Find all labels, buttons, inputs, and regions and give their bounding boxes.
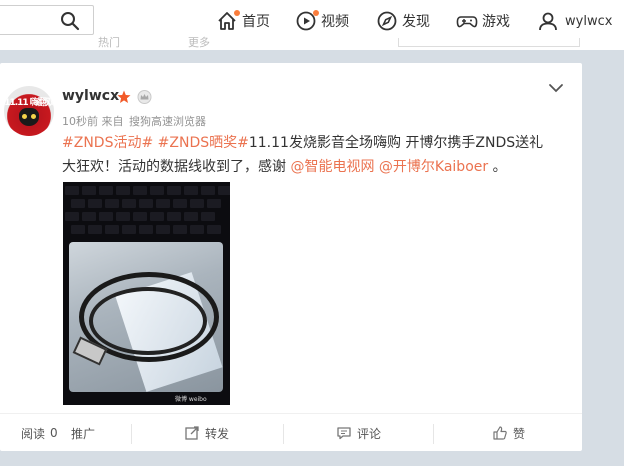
post-time[interactable]: 10秒前 [62, 115, 98, 128]
nav-discover-label: 发现 [402, 14, 430, 30]
avatar[interactable]: 11.11 嗨翻双十一 [4, 86, 54, 136]
thumbs-up-icon [493, 426, 507, 440]
home-icon [216, 10, 240, 32]
nav-game-label: 游戏 [482, 14, 510, 30]
tab-more[interactable]: 更多 [188, 34, 210, 50]
nav-video-label: 视频 [321, 14, 349, 30]
search-input[interactable] [0, 5, 94, 35]
repost-icon [185, 426, 199, 440]
post-username[interactable]: wylwcx [62, 88, 119, 104]
cat-face-icon [19, 108, 39, 126]
hashtag-link[interactable]: #ZNDS活动# [62, 135, 153, 151]
post-action-bar: 阅读 0 推广 转发 评论 赞 [0, 413, 582, 452]
hashtag-link[interactable]: #ZNDS晒奖# [158, 135, 249, 151]
comment-label: 评论 [357, 426, 382, 441]
nav-username-label: wylwcx [565, 13, 613, 29]
read-label: 阅读 [21, 426, 46, 441]
repost-label: 转发 [205, 426, 230, 441]
star-icon [117, 90, 131, 103]
post-meta: 10秒前 来自 搜狗高速浏览器 [62, 113, 206, 129]
post-photo[interactable]: 微博 weibo [63, 182, 230, 405]
repost-button[interactable]: 转发 [185, 414, 229, 452]
promote-label: 推广 [71, 426, 96, 441]
cable-package [69, 242, 223, 392]
post-source[interactable]: 搜狗高速浏览器 [129, 115, 206, 128]
search-icon[interactable] [59, 10, 81, 32]
nav-discover[interactable]: 发现 [376, 10, 430, 32]
chevron-down-icon[interactable] [548, 80, 564, 96]
read-count: 阅读 0 [21, 414, 58, 452]
photo-watermark: 微博 weibo [175, 396, 207, 403]
nav-home[interactable]: 首页 [216, 10, 270, 32]
gamepad-icon [456, 10, 478, 32]
post-text: #ZNDS活动# #ZNDS晒奖#11.11发烧影音全场嗨购 开博尔携手ZNDS… [62, 131, 552, 179]
nav-home-label: 首页 [242, 14, 270, 30]
video-icon [295, 10, 319, 32]
compass-icon [376, 10, 398, 32]
promote-button[interactable]: 推广 [71, 414, 95, 452]
notification-dot [313, 10, 319, 16]
top-navigation-bar: 首页 视频 发现 游戏 wylwcx [0, 0, 624, 41]
like-button[interactable]: 赞 [493, 414, 525, 452]
mention-link[interactable]: @智能电视网 [290, 159, 374, 175]
member-crown-icon[interactable] [137, 90, 152, 104]
like-label: 赞 [513, 426, 526, 441]
nav-profile[interactable]: wylwcx [537, 10, 612, 32]
tab-hot[interactable]: 热门 [98, 34, 120, 50]
read-count-value: 0 [50, 426, 58, 440]
user-icon [537, 10, 559, 32]
post-from-label: 来自 [101, 115, 124, 128]
comment-icon [337, 427, 351, 440]
post-body-end: 。 [492, 159, 507, 175]
nav-video[interactable]: 视频 [295, 10, 349, 32]
secondary-dropdown[interactable] [398, 38, 580, 47]
mention-link[interactable]: @开博尔Kaiboer [379, 159, 488, 175]
notification-dot [234, 10, 240, 16]
comment-button[interactable]: 评论 [337, 414, 381, 452]
nav-game[interactable]: 游戏 [456, 10, 510, 32]
